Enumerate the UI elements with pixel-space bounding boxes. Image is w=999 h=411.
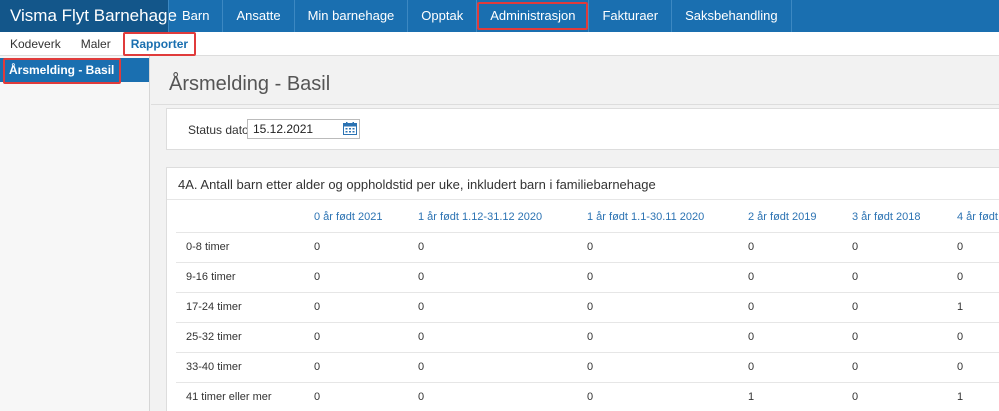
- column-header: 3 år født 2018: [852, 211, 921, 223]
- table-cell: 0: [748, 301, 755, 313]
- column-header: 1 år født 1.12-31.12 2020: [418, 211, 543, 223]
- table-cell: 0: [418, 361, 425, 373]
- table-row: 17-24 timer 0 0 0 0 0 1: [176, 292, 999, 322]
- table-row: 41 timer eller mer 0 0 0 1 0 1: [176, 382, 999, 411]
- row-label: 17-24 timer: [186, 301, 242, 313]
- table-cell: 0: [587, 361, 594, 373]
- nav-item-saksbehandling[interactable]: Saksbehandling: [672, 0, 792, 32]
- table-cell: 0: [587, 241, 594, 253]
- table-cell: 0: [852, 241, 859, 253]
- table-cell: 0: [852, 391, 859, 403]
- table-cell: 1: [957, 301, 964, 313]
- table-row: 33-40 timer 0 0 0 0 0 0: [176, 352, 999, 382]
- table-cell: 0: [418, 331, 425, 343]
- row-label: 41 timer eller mer: [186, 391, 272, 403]
- nav-item-barn[interactable]: Barn: [168, 0, 224, 32]
- table-cell: 0: [748, 361, 755, 373]
- table-cell: 0: [587, 301, 594, 313]
- table-cell: 0: [418, 241, 425, 253]
- column-header: 4 år født: [957, 211, 998, 223]
- table-cell: 0: [748, 241, 755, 253]
- status-date-input[interactable]: 15.12.2021: [247, 119, 360, 139]
- table-cell: 0: [748, 271, 755, 283]
- status-date-value: 15.12.2021: [253, 122, 314, 136]
- column-header: 0 år født 2021: [314, 211, 383, 223]
- sidebar-item-arsmelding-basil[interactable]: Årsmelding - Basil: [0, 58, 149, 84]
- app-title[interactable]: Visma Flyt Barnehage: [0, 0, 177, 32]
- table-row: 25-32 timer 0 0 0 0 0 0: [176, 322, 999, 352]
- table-cell: 0: [748, 331, 755, 343]
- row-label: 0-8 timer: [186, 241, 230, 253]
- subnav-item-rapporter[interactable]: Rapporter: [121, 31, 198, 56]
- table-cell: 0: [957, 271, 964, 283]
- row-label: 25-32 timer: [186, 331, 242, 343]
- table-cell: 0: [587, 391, 594, 403]
- subnav-item-kodeverk[interactable]: Kodeverk: [0, 37, 71, 51]
- heading-divider: [167, 199, 999, 200]
- table-cell: 0: [852, 361, 859, 373]
- nav-item-opptak[interactable]: Opptak: [408, 0, 478, 32]
- table-cell: 0: [957, 241, 964, 253]
- sidebar: Årsmelding - Basil: [0, 56, 150, 411]
- table-cell: 0: [418, 301, 425, 313]
- table-row: 9-16 timer 0 0 0 0 0 0: [176, 262, 999, 292]
- column-header: 2 år født 2019: [748, 211, 817, 223]
- table-heading: 4A. Antall barn etter alder og oppholdst…: [178, 177, 656, 192]
- table-cell: 0: [314, 271, 321, 283]
- page-title: Årsmelding - Basil: [169, 73, 331, 95]
- row-label: 33-40 timer: [186, 361, 242, 373]
- status-panel: Status dato 15.12.2021: [166, 108, 999, 150]
- table-row: 0-8 timer 0 0 0 0 0 0: [176, 232, 999, 262]
- table-cell: 0: [418, 271, 425, 283]
- table-cell: 0: [314, 361, 321, 373]
- table-cell: 0: [957, 331, 964, 343]
- table-cell: 1: [748, 391, 755, 403]
- sub-navigation: Kodeverk Maler Rapporter: [0, 31, 999, 56]
- column-header: 1 år født 1.1-30.11 2020: [587, 211, 705, 223]
- nav-item-fakturaer[interactable]: Fakturaer: [589, 0, 673, 32]
- nav-item-min-barnehage[interactable]: Min barnehage: [295, 0, 409, 32]
- row-label: 9-16 timer: [186, 271, 236, 283]
- table-cell: 0: [852, 331, 859, 343]
- title-divider: [151, 104, 999, 105]
- calendar-icon[interactable]: [343, 122, 357, 135]
- main-content: Årsmelding - Basil Status dato 15.12.202…: [151, 56, 999, 411]
- nav-item-ansatte[interactable]: Ansatte: [223, 0, 295, 32]
- table-cell: 0: [418, 391, 425, 403]
- top-navigation: Visma Flyt Barnehage Barn Ansatte Min ba…: [0, 0, 999, 32]
- table-cell: 0: [314, 331, 321, 343]
- table-cell: 0: [314, 391, 321, 403]
- table-cell: 0: [852, 271, 859, 283]
- table-cell: 1: [957, 391, 964, 403]
- status-date-label: Status dato: [188, 123, 249, 137]
- nav-item-administrasjon[interactable]: Administrasjon: [477, 0, 590, 32]
- table-cell: 0: [587, 331, 594, 343]
- table-cell: 0: [314, 301, 321, 313]
- subnav-item-maler[interactable]: Maler: [71, 37, 121, 51]
- table-cell: 0: [957, 361, 964, 373]
- report-table-panel: 4A. Antall barn etter alder og oppholdst…: [166, 167, 999, 411]
- table-cell: 0: [314, 241, 321, 253]
- table-cell: 0: [852, 301, 859, 313]
- table-cell: 0: [587, 271, 594, 283]
